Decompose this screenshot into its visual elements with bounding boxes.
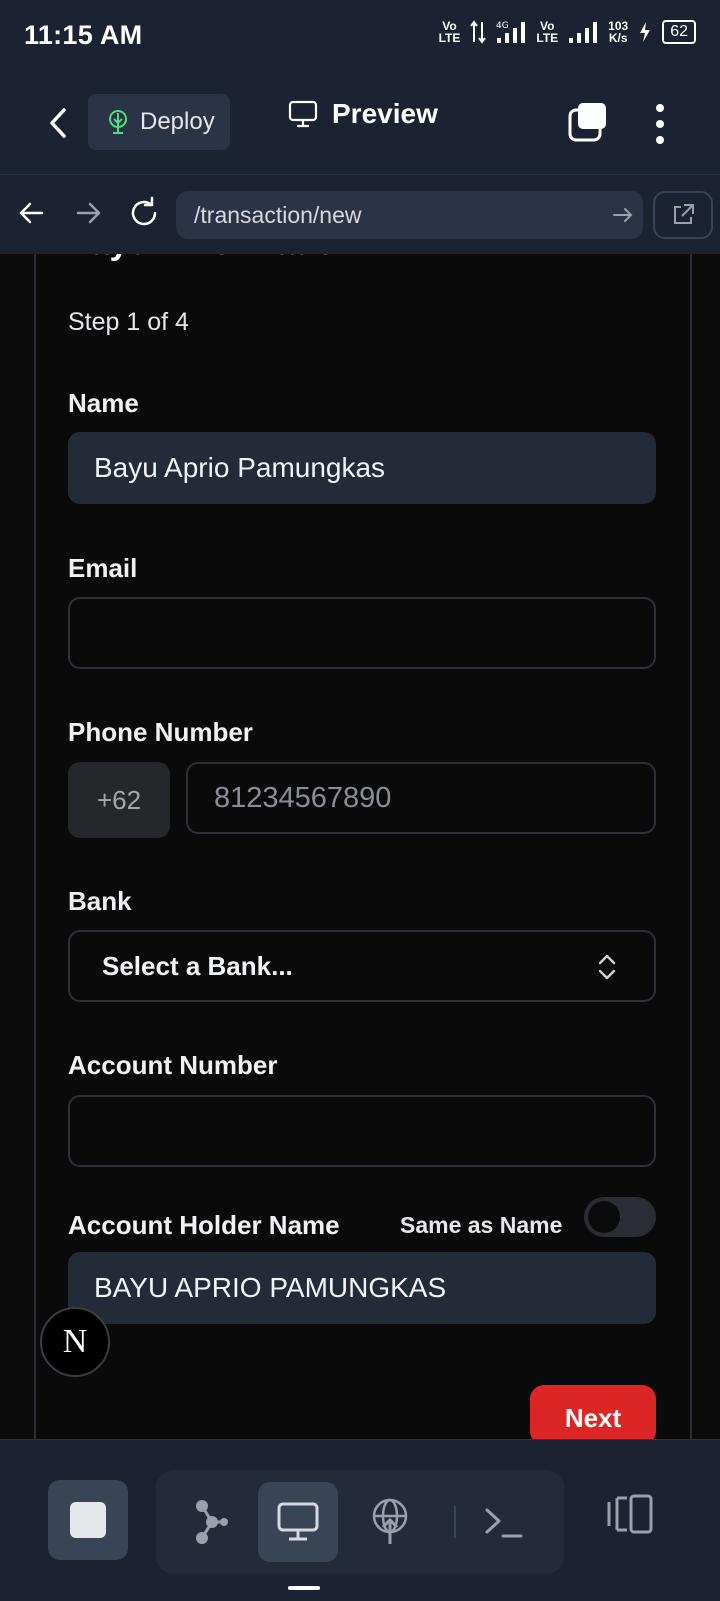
volte-1-label: Vo LTE [438,19,461,45]
preview-tab[interactable]: Preview [288,98,438,130]
monitor-icon [288,100,318,128]
refresh-icon[interactable] [126,195,162,231]
status-bar: 11:15 AM Vo LTE 4G Vo LTE 103 K/s 62 [0,0,720,72]
graph-tool-button[interactable] [170,1482,250,1562]
volte-2-label: Vo LTE [536,19,559,45]
browser-url-bar: /transaction/new [0,174,720,255]
email-input[interactable] [68,597,656,669]
preview-tool-button[interactable] [258,1482,338,1562]
form-title: Payer Information [68,254,357,263]
signal-1-icon: 4G [496,21,526,43]
layout-button[interactable] [600,1484,660,1544]
payer-form-card: Payer Information Step 1 of 4 Name Bayu … [34,254,692,1439]
data-transfer-icon [470,20,487,44]
terminal-tool-button[interactable] [464,1482,544,1562]
same-as-name-toggle[interactable] [584,1197,656,1237]
arrow-left-icon[interactable] [14,195,50,231]
back-icon[interactable] [40,100,76,146]
deploy-icon [109,110,127,134]
monitor-icon [277,1502,319,1541]
home-indicator[interactable] [288,1586,320,1590]
go-arrow-icon[interactable] [611,203,635,227]
app-header: Deploy Preview [0,72,720,174]
tool-group [156,1470,564,1574]
stop-button[interactable] [48,1480,128,1560]
status-icons: Vo LTE 4G Vo LTE 103 K/s 62 [439,20,696,44]
stop-icon [70,1502,106,1538]
account-number-input[interactable] [68,1095,656,1167]
bank-select[interactable]: Select a Bank... [68,930,656,1002]
step-indicator: Step 1 of 4 [68,308,189,336]
open-external-icon [674,204,694,224]
bank-label: Bank [68,886,132,916]
deploy-tool-button[interactable] [350,1482,430,1562]
copy-icon[interactable] [568,102,608,142]
phone-prefix: +62 [68,762,170,838]
url-path: /transaction/new [194,201,362,228]
email-label: Email [68,553,138,583]
arrow-right-icon[interactable] [70,195,106,231]
account-holder-label: Account Holder Name [68,1210,340,1240]
account-number-label: Account Number [68,1050,278,1080]
toggle-knob [588,1201,620,1233]
signal-2-icon [569,22,598,43]
chevron-updown-icon [598,954,616,980]
name-input[interactable]: Bayu Aprio Pamungkas [68,432,656,504]
next-button[interactable]: Next [530,1385,656,1439]
url-input[interactable]: /transaction/new [176,191,643,239]
battery-level: 62 [662,20,696,44]
account-holder-input[interactable]: BAYU APRIO PAMUNGKAS [68,1252,656,1324]
layout-icon [607,1494,653,1534]
nextjs-dev-badge[interactable]: N [40,1307,110,1377]
phone-input[interactable]: 81234567890 [186,762,656,834]
svg-text:4G: 4G [496,21,509,31]
more-vert-icon[interactable] [650,102,670,146]
bank-select-value: Select a Bank... [102,950,293,981]
deploy-button[interactable]: Deploy [88,94,230,150]
graph-icon [196,1500,228,1544]
charging-icon [640,22,651,42]
deploy-label: Deploy [140,108,215,135]
bottom-toolbar [0,1439,720,1601]
toolbar-divider [454,1506,456,1538]
open-external-button[interactable] [653,191,713,239]
net-speed: 103 K/s [608,19,629,45]
same-as-name-label: Same as Name [400,1212,563,1238]
name-label: Name [68,388,139,418]
preview-viewport[interactable]: Payer Information Step 1 of 4 Name Bayu … [0,254,720,1439]
globe-upload-icon [372,1498,408,1544]
preview-label: Preview [332,98,438,129]
phone-label: Phone Number [68,717,253,747]
status-time: 11:15 AM [24,20,143,50]
terminal-icon [485,1508,523,1538]
